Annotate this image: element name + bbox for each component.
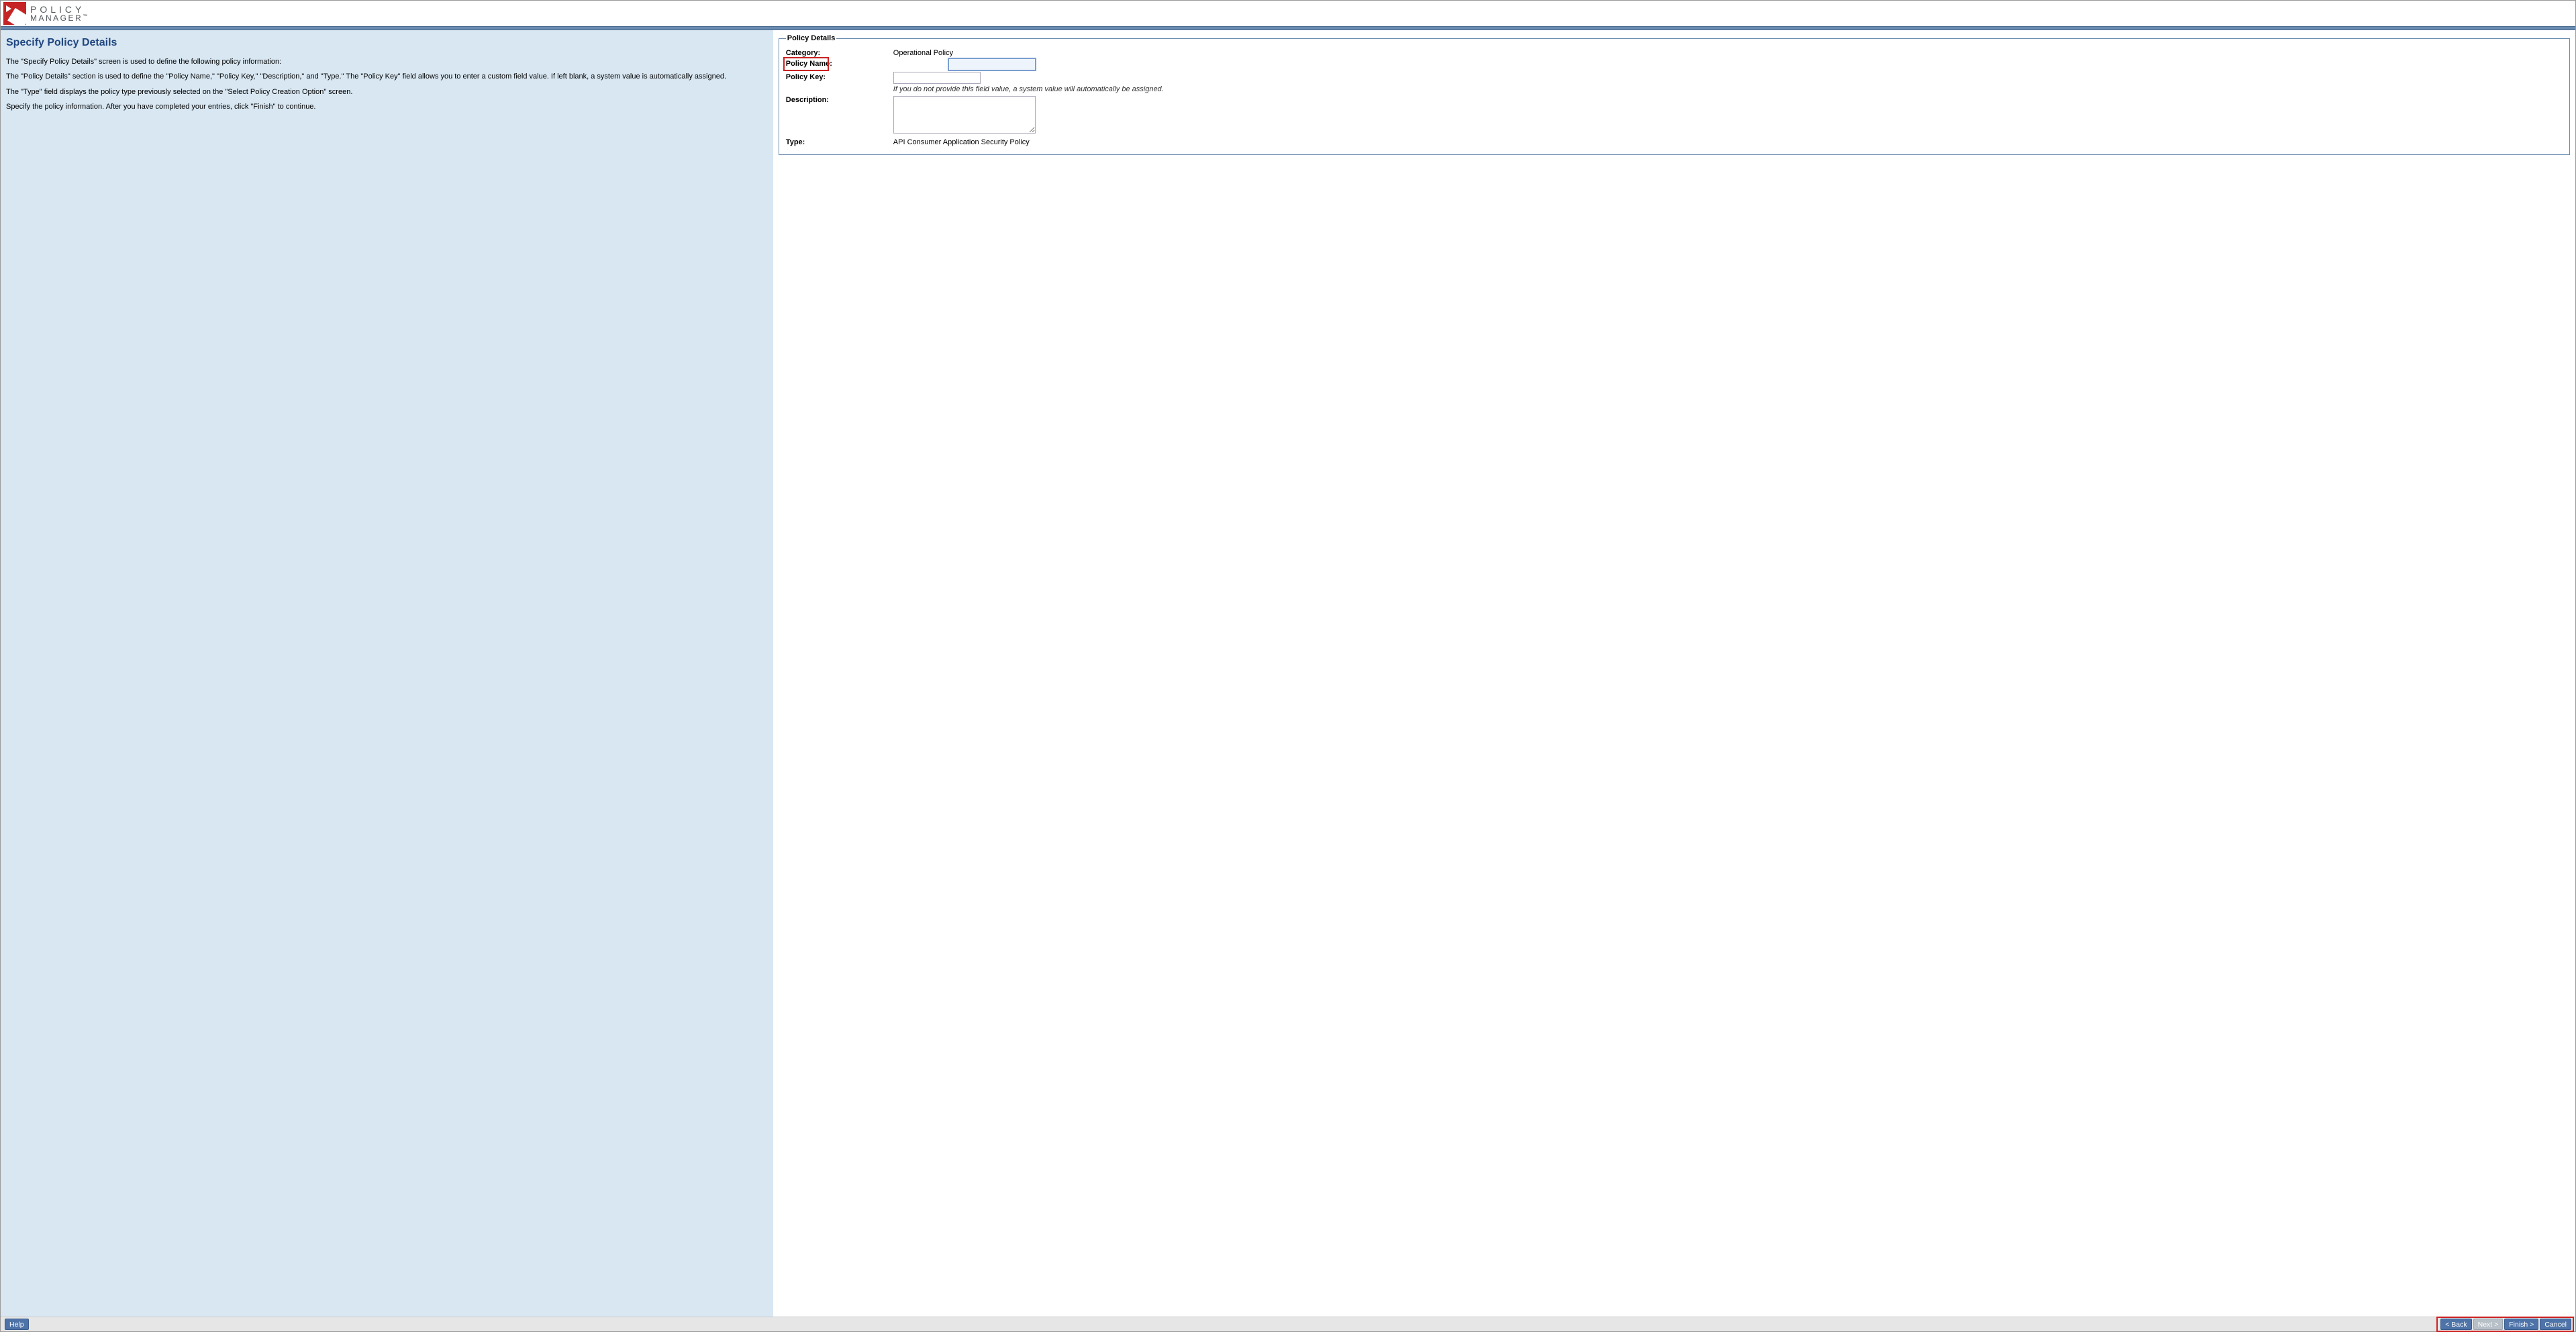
row-description: Description: <box>786 95 2563 136</box>
sidebar-paragraph: The "Type" field displays the policy typ… <box>6 87 768 97</box>
sidebar-paragraph: The "Specify Policy Details" screen is u… <box>6 57 768 66</box>
content-panel: Policy Details Category: Operational Pol… <box>773 30 2575 1317</box>
policy-name-group <box>893 58 2563 70</box>
help-button[interactable]: Help <box>5 1319 29 1330</box>
row-policy-key: Policy Key: If you do not provide this f… <box>786 72 2563 93</box>
row-type: Type: API Consumer Application Security … <box>786 137 2563 146</box>
row-policy-name: Policy Name: <box>786 58 2563 70</box>
label-policy-name: Policy Name: <box>786 58 893 68</box>
value-type: API Consumer Application Security Policy <box>893 137 2563 146</box>
label-description: Description: <box>786 95 893 104</box>
policy-key-hint: If you do not provide this field value, … <box>893 85 2563 93</box>
header-bar: POLICY MANAGER™ <box>1 1 2575 26</box>
wizard-button-group: < Back Next > Finish > Cancel <box>2438 1318 2573 1331</box>
policy-details-fieldset: Policy Details Category: Operational Pol… <box>779 34 2570 155</box>
policy-details-legend: Policy Details <box>786 34 837 42</box>
brand-text: POLICY MANAGER™ <box>30 5 87 22</box>
sidebar-paragraph: The "Policy Details" section is used to … <box>6 72 768 81</box>
label-policy-key: Policy Key: <box>786 72 893 81</box>
sidebar-paragraph: Specify the policy information. After yo… <box>6 102 768 111</box>
back-button[interactable]: < Back <box>2440 1319 2471 1330</box>
policy-name-input[interactable] <box>948 58 1036 70</box>
sidebar-title: Specify Policy Details <box>6 37 768 49</box>
next-button[interactable]: Next > <box>2473 1319 2504 1330</box>
main-area: Specify Policy Details The "Specify Poli… <box>1 30 2575 1317</box>
value-category: Operational Policy <box>893 48 2563 57</box>
policy-key-input[interactable] <box>893 72 981 84</box>
brand-line2: MANAGER™ <box>30 14 87 22</box>
policy-manager-logo-icon <box>3 2 26 25</box>
label-type: Type: <box>786 137 893 146</box>
sidebar-panel: Specify Policy Details The "Specify Poli… <box>1 30 773 1317</box>
app-window: POLICY MANAGER™ Specify Policy Details T… <box>0 0 2576 1332</box>
footer-bar: Help < Back Next > Finish > Cancel <box>1 1317 2575 1331</box>
row-category: Category: Operational Policy <box>786 48 2563 57</box>
brand-line1: POLICY <box>30 5 87 14</box>
label-category: Category: <box>786 48 893 57</box>
description-textarea[interactable] <box>893 96 1036 134</box>
finish-button[interactable]: Finish > <box>2504 1319 2538 1330</box>
cancel-button[interactable]: Cancel <box>2540 1319 2571 1330</box>
